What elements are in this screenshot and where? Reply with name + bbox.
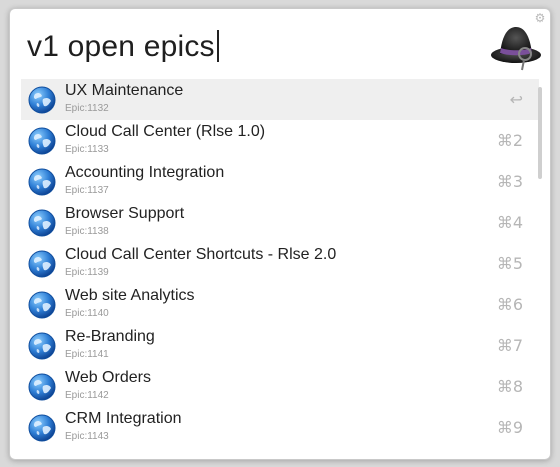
result-title: Browser Support [65,205,185,222]
globe-icon [28,414,56,442]
result-shortcut: ⌘9 [496,418,523,437]
result-title: Web site Analytics [65,287,195,304]
results-list: UX Maintenance Epic:1132 ↩ Cloud Call Ce… [21,79,539,450]
result-title: Re-Branding [65,328,155,345]
result-row[interactable]: CRM Integration Epic:1143 ⌘9 [21,407,539,448]
result-title: UX Maintenance [65,82,184,99]
text-caret [216,30,219,63]
globe-icon [28,209,56,237]
result-subtitle: Epic:1138 [65,226,109,237]
globe-icon [28,332,56,360]
result-row[interactable]: Web Orders Epic:1142 ⌘8 [21,366,539,407]
result-row[interactable]: UX Maintenance Epic:1132 ↩ [21,79,539,120]
result-shortcut: ⌘5 [496,254,523,273]
globe-icon [28,291,56,319]
result-subtitle: Epic:1137 [65,185,109,196]
result-row[interactable]: Browser Support Epic:1138 ⌘4 [21,202,539,243]
search-query-text: v1 open epics [27,30,215,63]
globe-icon [28,250,56,278]
result-shortcut: ⌘7 [496,336,523,355]
globe-icon [28,86,56,114]
result-shortcut: ↩ [509,90,523,109]
search-bar[interactable]: v1 open epics [10,9,550,79]
search-input[interactable]: v1 open epics [27,29,219,65]
globe-icon [28,168,56,196]
result-title: Cloud Call Center Shortcuts - Rlse 2.0 [65,246,337,263]
result-subtitle: Epic:1143 [65,431,109,442]
result-title: CRM Integration [65,410,182,427]
result-subtitle: Epic:1141 [65,349,109,360]
result-row[interactable]: Cloud Call Center (Rlse 1.0) Epic:1133 ⌘… [21,120,539,161]
result-shortcut: ⌘8 [496,377,523,396]
globe-icon [28,373,56,401]
result-row[interactable]: Cloud Call Center Shortcuts - Rlse 2.0 E… [21,243,539,284]
result-subtitle: Epic:1133 [65,144,109,155]
result-title: Accounting Integration [65,164,225,181]
result-subtitle: Epic:1142 [65,390,109,401]
result-shortcut: ⌘4 [496,213,523,232]
result-subtitle: Epic:1139 [65,267,109,278]
result-title: Web Orders [65,369,151,386]
globe-icon [28,127,56,155]
result-title: Cloud Call Center (Rlse 1.0) [65,123,266,140]
result-subtitle: Epic:1132 [65,103,109,114]
result-row[interactable]: Web site Analytics Epic:1140 ⌘6 [21,284,539,325]
result-shortcut: ⌘3 [496,172,523,191]
result-row[interactable]: Re-Branding Epic:1141 ⌘7 [21,325,539,366]
result-shortcut: ⌘6 [496,295,523,314]
result-subtitle: Epic:1140 [65,308,109,319]
result-shortcut: ⌘2 [496,131,523,150]
alfred-hat-icon [491,27,541,71]
results-scrollbar[interactable] [538,87,542,179]
launcher-window: ⚙ v1 open epics UX Maintenance Epic:1132… [9,8,551,460]
result-row[interactable]: Accounting Integration Epic:1137 ⌘3 [21,161,539,202]
